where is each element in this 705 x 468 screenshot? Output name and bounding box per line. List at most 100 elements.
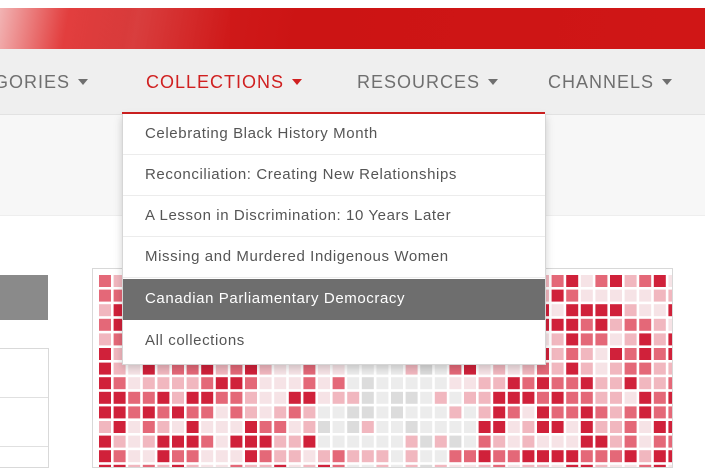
mosaic-tile [99, 435, 111, 448]
mosaic-tile [361, 406, 374, 419]
mosaic-tile [303, 391, 316, 404]
mosaic-tile [230, 421, 243, 433]
mosaic-tile [580, 450, 593, 463]
mosaic-tile [653, 304, 666, 317]
mosaic-tile [653, 435, 666, 448]
mosaic-tile [405, 391, 418, 404]
mosaic-tile [537, 391, 549, 404]
mosaic-tile [99, 289, 111, 302]
mosaic-tile [580, 421, 593, 433]
mosaic-tile [288, 450, 301, 463]
sidebar-header-block [0, 275, 48, 320]
mosaic-tile [639, 304, 652, 317]
mosaic-tile [347, 377, 360, 390]
mosaic-tile [332, 435, 345, 448]
mosaic-tile [142, 391, 155, 404]
menu-item-missing-murdered-indigenous-women[interactable]: Missing and Murdered Indigenous Women [123, 237, 545, 278]
mosaic-tile [493, 391, 506, 404]
mosaic-tile [391, 391, 403, 404]
mosaic-tile [201, 421, 214, 433]
mosaic-tile [405, 377, 418, 390]
mosaic-tile [551, 377, 564, 390]
mosaic-tile [420, 391, 433, 404]
mosaic-tile [493, 435, 506, 448]
mosaic-tile [610, 406, 622, 419]
mosaic-tile [274, 377, 287, 390]
mosaic-tile [186, 391, 199, 404]
mosaic-tile [551, 391, 564, 404]
mosaic-tile [610, 450, 622, 463]
mosaic-tile [391, 377, 403, 390]
mosaic-tile [653, 406, 666, 419]
mosaic-tile [507, 391, 520, 404]
mosaic-tile [566, 304, 579, 317]
mosaic-tile [507, 450, 520, 463]
nav-item-categories[interactable]: GORIES [0, 49, 89, 114]
mosaic-tile [405, 435, 418, 448]
nav-item-collections[interactable]: COLLECTIONS [146, 49, 303, 114]
mosaic-tile [332, 450, 345, 463]
mosaic-tile [215, 391, 228, 404]
nav-item-channels[interactable]: CHANNELS [548, 49, 673, 114]
mosaic-tile [624, 333, 637, 346]
mosaic-tile [128, 450, 141, 463]
mosaic-tile [128, 406, 141, 419]
main-navbar: GORIES COLLECTIONS RESOURCES CHANNELS [0, 49, 705, 115]
mosaic-tile [230, 450, 243, 463]
mosaic-tile [303, 421, 316, 433]
collections-dropdown-menu: Celebrating Black History Month Reconcil… [122, 114, 546, 365]
mosaic-tile [288, 435, 301, 448]
mosaic-tile [624, 421, 637, 433]
mosaic-tile [537, 406, 549, 419]
mosaic-tile [464, 406, 476, 419]
mosaic-tile [186, 406, 199, 419]
mosaic-tile [653, 450, 666, 463]
mosaic-tile [610, 435, 622, 448]
mosaic-tile [595, 333, 608, 346]
mosaic-tile [113, 450, 126, 463]
mosaic-tile [332, 406, 345, 419]
mosaic-tile [128, 391, 141, 404]
sidebar-divider [0, 397, 48, 398]
mosaic-tile [288, 377, 301, 390]
chevron-down-icon [292, 79, 303, 85]
menu-item-lesson-in-discrimination[interactable]: A Lesson in Discrimination: 10 Years Lat… [123, 196, 545, 237]
mosaic-tile [99, 391, 111, 404]
mosaic-tile [361, 435, 374, 448]
nav-item-resources[interactable]: RESOURCES [357, 49, 499, 114]
menu-item-black-history-month[interactable]: Celebrating Black History Month [123, 114, 545, 155]
mosaic-tile [157, 406, 170, 419]
mosaic-tile [580, 377, 593, 390]
mosaic-tile [449, 391, 462, 404]
mosaic-tile [668, 435, 672, 448]
sidebar-divider [0, 446, 48, 447]
mosaic-tile [464, 450, 476, 463]
mosaic-tile [420, 421, 433, 433]
mosaic-tile [142, 406, 155, 419]
mosaic-tile [639, 362, 652, 375]
mosaic-tile [668, 421, 672, 433]
mosaic-tile [259, 377, 272, 390]
mosaic-tile [259, 450, 272, 463]
mosaic-tile [507, 421, 520, 433]
mosaic-tile [522, 450, 535, 463]
mosaic-tile [566, 348, 579, 360]
mosaic-tile [551, 450, 564, 463]
mosaic-tile [464, 377, 476, 390]
menu-item-all-collections[interactable]: All collections [123, 321, 545, 362]
mosaic-tile [230, 406, 243, 419]
mosaic-tile [478, 406, 491, 419]
mosaic-tile [99, 275, 111, 287]
menu-item-canadian-parliamentary-democracy[interactable]: Canadian Parliamentary Democracy [123, 279, 545, 320]
mosaic-tile [303, 377, 316, 390]
mosaic-tile [172, 377, 184, 390]
mosaic-tile [595, 348, 608, 360]
mosaic-tile [274, 450, 287, 463]
mosaic-tile [580, 275, 593, 287]
mosaic-tile [624, 435, 637, 448]
mosaic-tile [610, 377, 622, 390]
mosaic-tile [551, 406, 564, 419]
mosaic-tile [464, 391, 476, 404]
menu-item-reconciliation[interactable]: Reconciliation: Creating New Relationshi… [123, 155, 545, 196]
mosaic-tile [668, 348, 672, 360]
